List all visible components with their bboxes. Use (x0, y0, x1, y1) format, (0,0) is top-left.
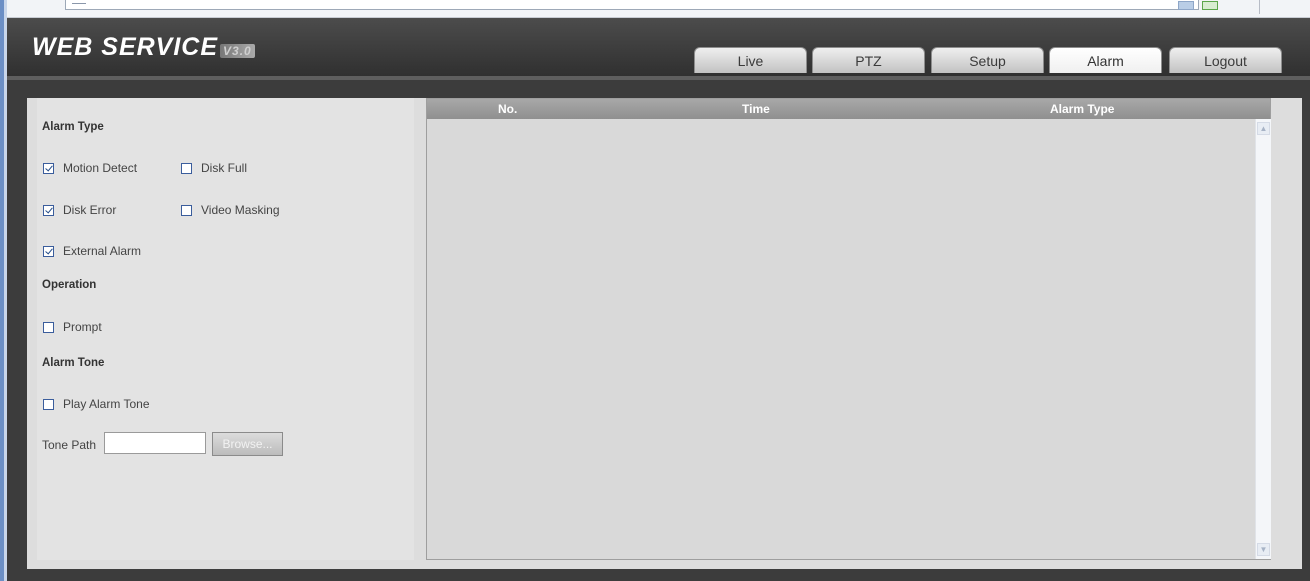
disk-error-option[interactable]: Disk Error (43, 203, 116, 217)
video-masking-option[interactable]: Video Masking (181, 203, 280, 217)
video-masking-checkbox[interactable] (181, 204, 192, 216)
app-header: WEB SERVICE V3.0 Live PTZ Setup Alarm Log… (7, 18, 1310, 80)
tone-path-input[interactable] (104, 432, 206, 454)
logo-text: WEB SERVICE (32, 33, 219, 61)
alarm-tone-heading: Alarm Tone (42, 357, 105, 369)
disk-error-checkbox[interactable] (43, 204, 54, 216)
go-button-icon[interactable] (1178, 1, 1194, 10)
tab-live-label: Live (737, 53, 764, 69)
tab-live[interactable]: Live (694, 47, 807, 73)
tab-ptz[interactable]: PTZ (812, 47, 925, 73)
disk-error-label: Disk Error (63, 203, 117, 217)
play-alarm-tone-label: Play Alarm Tone (63, 397, 150, 411)
disk-full-option[interactable]: Disk Full (181, 161, 247, 175)
disk-full-checkbox[interactable] (181, 162, 192, 174)
play-alarm-tone-checkbox[interactable] (43, 398, 54, 410)
web-service-app: WEB SERVICE V3.0 Live PTZ Setup Alarm Log… (7, 18, 1310, 581)
external-alarm-label: External Alarm (63, 244, 142, 258)
motion-detect-label: Motion Detect (63, 161, 138, 175)
motion-detect-option[interactable]: Motion Detect (43, 161, 137, 175)
alarm-list-table: No. Time Alarm Type ▲ ▼ (426, 98, 1271, 560)
column-header-no: No. (498, 102, 518, 116)
toolbar-divider (1259, 0, 1260, 14)
tone-path-label: Tone Path (42, 438, 97, 452)
operation-heading: Operation (42, 279, 97, 291)
prompt-option[interactable]: Prompt (43, 320, 102, 334)
tab-logout[interactable]: Logout (1169, 47, 1282, 73)
page-icon (72, 3, 86, 4)
play-alarm-tone-option[interactable]: Play Alarm Tone (43, 397, 150, 411)
external-alarm-option[interactable]: External Alarm (43, 244, 141, 258)
scroll-up-icon[interactable]: ▲ (1257, 122, 1270, 135)
scroll-down-icon[interactable]: ▼ (1257, 543, 1270, 556)
tab-alarm[interactable]: Alarm (1049, 47, 1162, 73)
motion-detect-checkbox[interactable] (43, 162, 54, 174)
column-header-alarm-type: Alarm Type (1050, 102, 1115, 116)
address-bar[interactable] (65, 0, 1199, 10)
tab-logout-label: Logout (1204, 53, 1247, 69)
alarm-settings-panel: Alarm Type Motion Detect Disk Full Disk … (37, 98, 414, 560)
browser-toolbar (7, 0, 1310, 18)
tab-setup[interactable]: Setup (931, 47, 1044, 73)
alarm-type-heading: Alarm Type (42, 121, 104, 133)
prompt-label: Prompt (63, 320, 102, 334)
tab-ptz-label: PTZ (855, 53, 882, 69)
video-masking-label: Video Masking (201, 203, 280, 217)
refresh-icon[interactable] (1202, 1, 1218, 10)
table-scrollbar[interactable]: ▲ ▼ (1255, 119, 1271, 559)
header-divider (7, 76, 1310, 80)
browse-button[interactable]: Browse... (212, 432, 283, 456)
app-logo: WEB SERVICE V3.0 (32, 33, 255, 62)
disk-full-label: Disk Full (201, 161, 248, 175)
alarm-page-content: Alarm Type Motion Detect Disk Full Disk … (27, 98, 1302, 569)
prompt-checkbox[interactable] (43, 321, 54, 333)
tab-setup-label: Setup (969, 53, 1006, 69)
tab-alarm-label: Alarm (1087, 53, 1124, 69)
table-header: No. Time Alarm Type (427, 99, 1270, 119)
external-alarm-checkbox[interactable] (43, 245, 54, 257)
logo-version: V3.0 (220, 44, 255, 58)
app-footer-bar (7, 569, 1310, 581)
column-header-time: Time (742, 102, 770, 116)
